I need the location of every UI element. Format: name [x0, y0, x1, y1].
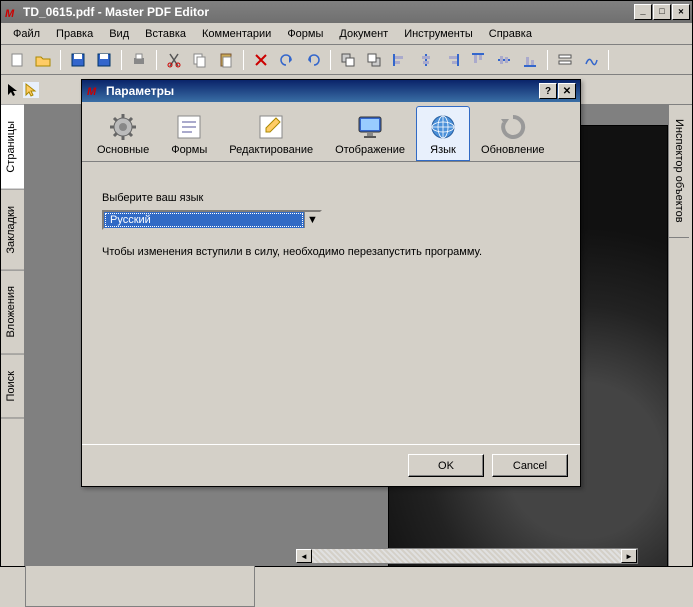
- menu-document[interactable]: Документ: [331, 25, 396, 43]
- dtab-forms-label: Формы: [171, 144, 207, 156]
- menu-comments[interactable]: Комментарии: [194, 25, 279, 43]
- dtab-editing[interactable]: Редактирование: [218, 106, 324, 161]
- align-bottom-button[interactable]: [518, 48, 542, 72]
- save-button[interactable]: [66, 48, 90, 72]
- form-icon: [173, 111, 205, 142]
- tab-search[interactable]: Поиск: [1, 355, 24, 418]
- dtab-update[interactable]: Обновление: [470, 106, 556, 161]
- left-tab-strip: Страницы Закладки Вложения Поиск: [1, 105, 25, 566]
- svg-text:M: M: [87, 86, 97, 97]
- gear-icon: [107, 111, 139, 142]
- dtab-language-label: Язык: [430, 144, 456, 156]
- tab-bookmarks[interactable]: Закладки: [1, 190, 24, 271]
- language-combobox[interactable]: Русский ▼: [102, 210, 322, 230]
- paste-button[interactable]: [214, 48, 238, 72]
- align-middle-button[interactable]: [492, 48, 516, 72]
- cut-button[interactable]: [162, 48, 186, 72]
- align-left-button[interactable]: [388, 48, 412, 72]
- tab-inspector[interactable]: Инспектор объектов: [669, 105, 689, 238]
- menu-file[interactable]: Файл: [5, 25, 48, 43]
- dialog-footer: OK Cancel: [82, 444, 580, 486]
- tab-attachments[interactable]: Вложения: [1, 270, 24, 355]
- chevron-down-icon[interactable]: ▼: [304, 212, 320, 228]
- minimize-button[interactable]: _: [634, 4, 652, 20]
- menubar: Файл Правка Вид Вставка Комментарии Форм…: [1, 23, 692, 45]
- copy-button[interactable]: [188, 48, 212, 72]
- scroll-track[interactable]: [312, 549, 621, 563]
- menu-view[interactable]: Вид: [101, 25, 137, 43]
- menu-tools[interactable]: Инструменты: [396, 25, 481, 43]
- horizontal-scrollbar[interactable]: ◄ ►: [295, 548, 638, 564]
- bring-front-button[interactable]: [336, 48, 360, 72]
- redo-button[interactable]: [301, 48, 325, 72]
- print-button[interactable]: [127, 48, 151, 72]
- menu-forms[interactable]: Формы: [279, 25, 331, 43]
- dtab-language[interactable]: Язык: [416, 106, 470, 161]
- main-titlebar: M TD_0615.pdf - Master PDF Editor _ □ ✕: [1, 1, 692, 23]
- dtab-general-label: Основные: [97, 144, 149, 156]
- menu-help[interactable]: Справка: [481, 25, 540, 43]
- dtab-display[interactable]: Отображение: [324, 106, 416, 161]
- right-tab-strip: Инспектор объектов: [668, 105, 692, 566]
- dtab-display-label: Отображение: [335, 144, 405, 156]
- dialog-help-button[interactable]: ?: [539, 83, 557, 99]
- maximize-button[interactable]: □: [653, 4, 671, 20]
- main-toolbar: [1, 45, 692, 75]
- undo-button[interactable]: [275, 48, 299, 72]
- dtab-update-label: Обновление: [481, 144, 545, 156]
- delete-button[interactable]: [249, 48, 273, 72]
- align-right-button[interactable]: [440, 48, 464, 72]
- dialog-tab-strip: Основные Формы Редактирование Отображени…: [82, 102, 580, 162]
- restart-hint: Чтобы изменения вступили в силу, необход…: [102, 246, 560, 258]
- form-button[interactable]: [553, 48, 577, 72]
- send-back-button[interactable]: [362, 48, 386, 72]
- align-center-button[interactable]: [414, 48, 438, 72]
- dialog-app-icon: M: [86, 83, 102, 99]
- window-title: TD_0615.pdf - Master PDF Editor: [23, 5, 634, 19]
- open-button[interactable]: [31, 48, 55, 72]
- close-button[interactable]: ✕: [672, 4, 690, 20]
- menu-insert[interactable]: Вставка: [137, 25, 194, 43]
- refresh-icon: [497, 111, 529, 142]
- sign-button[interactable]: [579, 48, 603, 72]
- language-label: Выберите ваш язык: [102, 192, 560, 204]
- ok-button[interactable]: OK: [408, 454, 484, 477]
- dialog-title: Параметры: [106, 84, 538, 98]
- edit-icon: [255, 111, 287, 142]
- scroll-right-button[interactable]: ►: [621, 549, 637, 563]
- menu-edit[interactable]: Правка: [48, 25, 101, 43]
- tab-pages[interactable]: Страницы: [1, 105, 24, 190]
- dtab-editing-label: Редактирование: [229, 144, 313, 156]
- dialog-body: Выберите ваш язык Русский ▼ Чтобы измене…: [82, 162, 580, 444]
- globe-icon: [427, 111, 459, 142]
- app-icon: M: [3, 4, 19, 20]
- scroll-left-button[interactable]: ◄: [296, 549, 312, 563]
- save-as-button[interactable]: [92, 48, 116, 72]
- cancel-button[interactable]: Cancel: [492, 454, 568, 477]
- align-top-button[interactable]: [466, 48, 490, 72]
- svg-text:M: M: [5, 8, 15, 19]
- dtab-general[interactable]: Основные: [86, 106, 160, 161]
- pointer-tool[interactable]: [5, 82, 21, 98]
- dialog-titlebar[interactable]: M Параметры ? ✕: [82, 80, 580, 102]
- preferences-dialog: M Параметры ? ✕ Основные Формы Редактиро…: [81, 79, 581, 487]
- new-button[interactable]: [5, 48, 29, 72]
- edit-tool[interactable]: [23, 82, 39, 98]
- monitor-icon: [354, 111, 386, 142]
- dtab-forms[interactable]: Формы: [160, 106, 218, 161]
- dialog-close-button[interactable]: ✕: [558, 83, 576, 99]
- language-value: Русский: [105, 213, 303, 227]
